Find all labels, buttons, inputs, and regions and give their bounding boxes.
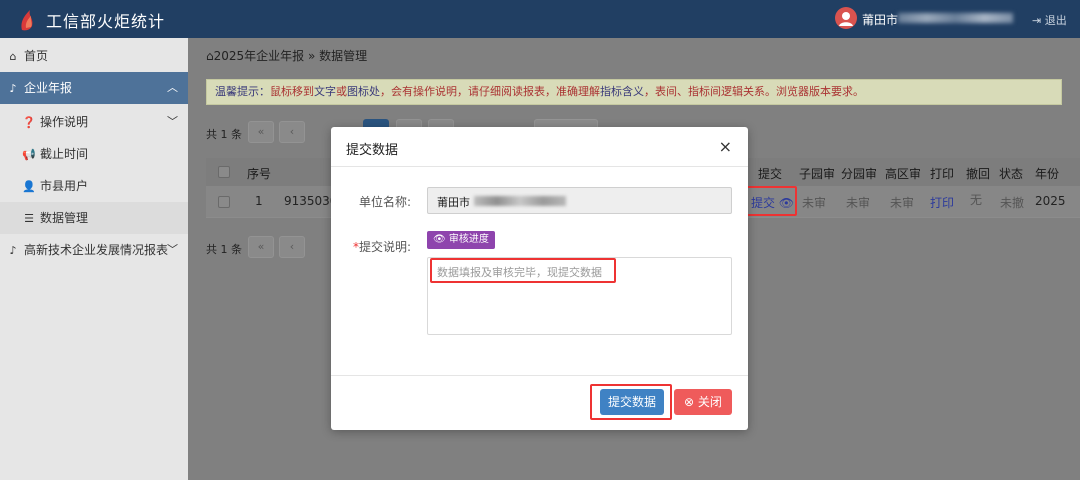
home-icon[interactable]: ⌂ xyxy=(206,49,214,63)
question-circle-icon: ❓ xyxy=(22,116,36,129)
sidebar-item-label: 数据管理 xyxy=(40,211,89,225)
row-code: 9135030 xyxy=(284,194,338,208)
sidebar-item-hightech-report[interactable]: ♪ 高新技术企业发展情况报表 ﹀ xyxy=(0,234,188,266)
bell-icon: ♪ xyxy=(9,82,17,95)
highlight-submit-button xyxy=(590,384,672,420)
chevron-down-icon: ﹀ xyxy=(167,243,178,256)
row-print-link[interactable]: 打印 xyxy=(930,194,954,211)
list-icon: ☰ xyxy=(24,212,34,225)
unit-name-field: 莆田市 xyxy=(427,187,732,214)
chevron-down-icon: ﹀ xyxy=(167,115,178,128)
avatar[interactable] xyxy=(835,7,857,29)
tip-banner: 温馨提示：鼠标移到文字或图标处，会有操作说明，请仔细阅读报表，准确理解指标含义，… xyxy=(206,79,1062,105)
tip-text: 指标含义 xyxy=(600,85,644,98)
unit-name-value: 莆田市 xyxy=(437,196,470,209)
submit-data-modal: 提交数据 × 单位名称: 莆田市 *提交说明: 👁 审核进度 数据填报及审核完毕… xyxy=(331,127,748,430)
sidebar-item-label: 企业年报 xyxy=(24,81,73,95)
redacted-user-name xyxy=(898,13,1013,23)
tip-text: 或 xyxy=(336,85,347,98)
column-header-branch-park: 分园审 xyxy=(841,167,878,181)
logout-link[interactable]: ⇥ 退出 xyxy=(1032,12,1067,28)
sidebar-item-deadline[interactable]: 📢 截止时间 xyxy=(0,138,188,170)
first-page-button-bottom[interactable]: « xyxy=(248,236,274,258)
sidebar-item-label: 截止时间 xyxy=(40,147,89,161)
prev-page-button[interactable]: ‹ xyxy=(279,121,305,143)
user-avatar-icon xyxy=(839,12,853,26)
tip-text: 文字 xyxy=(314,85,336,98)
tip-text: ，表间、指标间逻辑关系。浏览器版本要求。 xyxy=(644,85,864,98)
column-header-submit: 提交 xyxy=(758,167,783,181)
row-year: 2025 xyxy=(1035,194,1066,208)
highlight-submit-link xyxy=(746,186,797,216)
close-icon[interactable]: × xyxy=(719,137,732,156)
select-all-checkbox[interactable] xyxy=(218,166,230,178)
prev-page-button-bottom[interactable]: ‹ xyxy=(279,236,305,258)
row-withdraw: 无 xyxy=(970,193,983,207)
column-header-sub-park: 子园审 xyxy=(799,167,836,181)
close-button[interactable]: ⊗ 关闭 xyxy=(674,389,732,415)
logout-label: 退出 xyxy=(1044,14,1067,27)
logout-icon: ⇥ xyxy=(1032,14,1045,27)
unit-name-label: 单位名称: xyxy=(358,195,411,209)
row-branch-park-status: 未审 xyxy=(846,196,871,210)
record-count: 共 1 条 xyxy=(206,128,242,141)
app-title: 工信部火炬统计 xyxy=(46,12,166,31)
sidebar-item-label: 市县用户 xyxy=(40,179,89,193)
column-header-print: 打印 xyxy=(930,167,955,181)
row-high-zone-status: 未审 xyxy=(890,196,915,210)
column-header-withdraw: 撤回 xyxy=(966,167,991,181)
sidebar: ⌂ 首页 ♪ 企业年报 ︿ ❓ 操作说明 ﹀ 📢 截止时间 👤 市县用户 ☰ 数据管理 ♪ 高… xyxy=(0,38,188,480)
row-status: 未撤 xyxy=(1000,196,1025,210)
home-icon: ⌂ xyxy=(9,50,17,63)
user-icon: 👤 xyxy=(22,180,36,193)
close-circle-icon: ⊗ xyxy=(684,395,698,409)
redacted-unit-name xyxy=(474,196,566,206)
user-name[interactable]: 莆田市 xyxy=(862,11,898,28)
row-index: 1 xyxy=(255,194,263,208)
submit-description-label-text: 提交说明: xyxy=(358,240,411,254)
row-checkbox[interactable] xyxy=(218,196,230,208)
review-progress-button[interactable]: 👁 审核进度 xyxy=(427,231,495,249)
first-page-button[interactable]: « xyxy=(248,121,274,143)
highlight-description xyxy=(430,258,616,283)
tip-prefix: 温馨提示： xyxy=(215,85,270,98)
column-header-high-zone: 高区审 xyxy=(885,167,922,181)
column-header-year: 年份 xyxy=(1035,167,1060,181)
close-button-label: 关闭 xyxy=(697,395,722,409)
row-sub-park-status: 未审 xyxy=(802,196,827,210)
tip-text: ，会有操作说明，请仔细阅读报表，准确理解 xyxy=(380,85,600,98)
modal-header: 提交数据 × xyxy=(331,127,748,167)
top-bar: 工信部火炬统计 莆田市 ⇥ 退出 xyxy=(0,0,1080,38)
column-header-index: 序号 xyxy=(247,167,272,181)
chevron-up-icon: ︿ xyxy=(167,81,178,94)
sidebar-item-label: 首页 xyxy=(24,49,49,63)
sidebar-item-home[interactable]: ⌂ 首页 xyxy=(0,40,188,72)
sidebar-item-enterprise-annual-report[interactable]: ♪ 企业年报 ︿ xyxy=(0,72,188,104)
bullhorn-icon: 📢 xyxy=(22,148,36,161)
sidebar-item-label: 操作说明 xyxy=(40,115,89,129)
sidebar-item-label: 高新技术企业发展情况报表 xyxy=(24,243,169,257)
breadcrumb-text: 2025年企业年报 » 数据管理 xyxy=(213,49,368,63)
eye-icon: 👁 xyxy=(433,234,449,245)
breadcrumb: ⌂2025年企业年报 » 数据管理 xyxy=(206,47,367,64)
review-progress-label: 审核进度 xyxy=(448,234,489,245)
tip-text: 图标处 xyxy=(347,85,380,98)
torch-logo-icon xyxy=(21,10,33,31)
sidebar-item-instructions[interactable]: ❓ 操作说明 ﹀ xyxy=(0,106,188,138)
submit-description-label: *提交说明: xyxy=(331,238,411,255)
bell-icon: ♪ xyxy=(9,244,17,257)
tip-text: 鼠标移到 xyxy=(270,85,314,98)
column-header-status: 状态 xyxy=(999,167,1024,181)
sidebar-item-data-management[interactable]: ☰ 数据管理 xyxy=(0,202,188,234)
sidebar-item-city-users[interactable]: 👤 市县用户 xyxy=(0,170,188,202)
record-count-bottom: 共 1 条 xyxy=(206,243,242,256)
modal-title: 提交数据 xyxy=(346,143,399,158)
